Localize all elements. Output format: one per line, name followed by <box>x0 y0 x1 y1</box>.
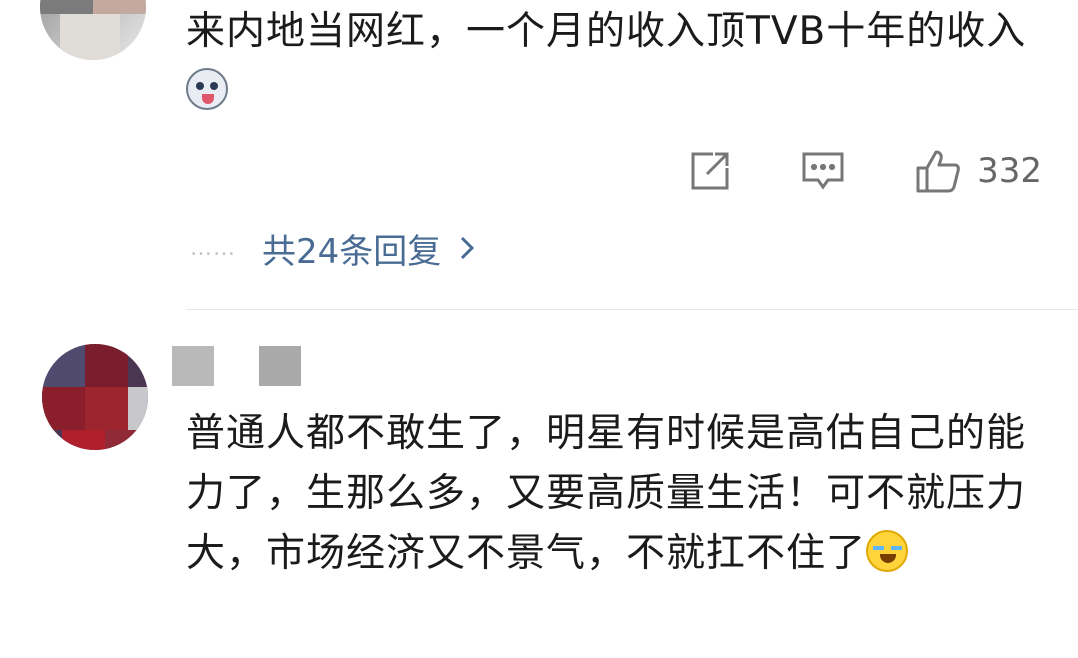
comment-actions: 332 <box>689 146 1042 196</box>
thumbs-up-icon <box>916 150 960 193</box>
crying-laughing-emoji-icon <box>866 530 909 572</box>
comment-text: 普通人都不敢生了，明星有时候是高估自己的能力了，生那么多，又要高质量生活！可不就… <box>186 404 1046 584</box>
replies-row: …… 共24条回复 <box>190 224 475 273</box>
comment-item: 来内地当网红，一个月的收入顶TVB十年的收入 332 …… 共24条回复 <box>0 0 1078 310</box>
replies-dots: …… <box>190 235 236 261</box>
reply-button[interactable] <box>801 151 845 191</box>
like-count: 332 <box>977 151 1042 191</box>
husky-emoji-icon <box>186 68 228 110</box>
avatar[interactable] <box>40 0 146 60</box>
view-replies-link[interactable]: 共24条回复 <box>262 224 475 273</box>
like-button[interactable]: 332 <box>915 148 1042 194</box>
chevron-right-icon <box>461 236 475 260</box>
share-button[interactable] <box>689 150 731 192</box>
view-replies-label: 共24条回复 <box>262 231 442 272</box>
avatar[interactable] <box>42 344 148 450</box>
comment-text-content: 来内地当网红，一个月的收入顶TVB十年的收入 <box>186 9 1027 54</box>
comment-item: 普通人都不敢生了，明星有时候是高估自己的能力了，生那么多，又要高质量生活！可不就… <box>0 310 1078 658</box>
comment-text: 来内地当网红，一个月的收入顶TVB十年的收入 <box>186 2 1046 122</box>
share-icon <box>691 152 729 190</box>
comment-icon <box>802 152 844 190</box>
